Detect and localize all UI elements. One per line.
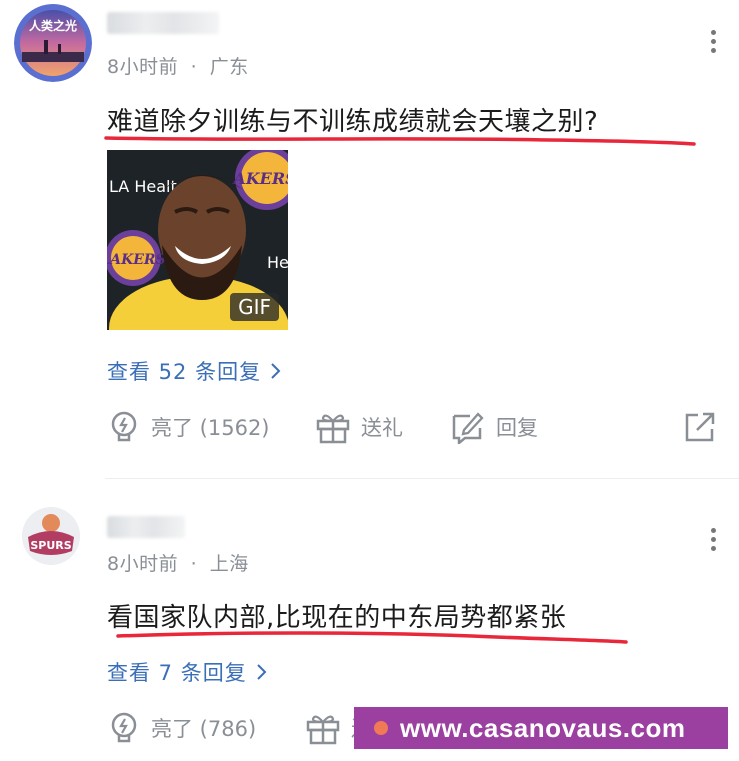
username-blurred[interactable] (107, 516, 185, 538)
svg-text:人类之光: 人类之光 (29, 18, 77, 33)
gif-attachment[interactable]: AKERS LAKERS LA Healt He GIF (107, 150, 288, 330)
reply-button[interactable]: 回复 (450, 410, 538, 444)
svg-text:AKERS: AKERS (231, 169, 288, 188)
gift-label: 送礼 (361, 416, 403, 440)
more-icon[interactable] (711, 524, 719, 555)
view-replies-label: 查看 7 条回复 (107, 661, 247, 685)
lightbulb-icon (111, 411, 137, 442)
watermark-banner: www.casanovaus.com (354, 707, 728, 749)
edit-icon (452, 412, 484, 444)
gift-icon (306, 715, 340, 745)
like-count-label: 亮了 (1562) (151, 416, 270, 440)
meta-separator: · (190, 56, 198, 78)
reply-label: 回复 (496, 416, 538, 440)
watermark-dot-icon (374, 721, 388, 735)
comment-meta: 8小时前 · 上海 (107, 549, 249, 576)
view-replies-link[interactable]: 查看 52 条回复 (107, 356, 283, 386)
comment-time: 8小时前 (107, 56, 179, 78)
svg-text:SPURS: SPURS (30, 539, 71, 552)
gif-badge: GIF (230, 293, 279, 321)
chevron-right-icon (271, 363, 281, 379)
comment-location: 广东 (209, 56, 249, 78)
comment-text: 难道除夕训练与不训练成绩就会天壤之别? (107, 107, 599, 137)
like-button[interactable]: 亮了 (1562) (107, 410, 270, 444)
watermark-text: www.casanovaus.com (400, 712, 686, 743)
gift-icon (316, 414, 350, 444)
lightbulb-icon (111, 712, 137, 743)
share-button[interactable] (684, 412, 716, 446)
svg-text:LA Healt: LA Healt (109, 177, 177, 196)
like-count-label: 亮了 (786) (151, 717, 257, 741)
gift-button[interactable]: 送礼 (315, 410, 403, 444)
share-icon (685, 412, 715, 442)
comment-divider (105, 478, 739, 479)
view-replies-link[interactable]: 查看 7 条回复 (107, 657, 269, 687)
comment-time: 8小时前 (107, 553, 179, 575)
underline-annotation (104, 136, 696, 146)
comment-meta: 8小时前 · 广东 (107, 52, 249, 79)
username-blurred[interactable] (107, 12, 219, 34)
more-icon[interactable] (711, 26, 719, 57)
underline-annotation (116, 631, 628, 644)
view-replies-label: 查看 52 条回复 (107, 360, 262, 384)
chevron-right-icon (257, 664, 267, 680)
avatar-image: 人类之光 (14, 4, 92, 82)
avatar[interactable]: SPURS (22, 507, 80, 565)
avatar[interactable]: 人类之光 (14, 4, 92, 82)
meta-separator: · (190, 553, 198, 575)
svg-text:LAKERS: LAKERS (107, 252, 166, 268)
comment-location: 上海 (209, 553, 249, 575)
svg-text:He: He (267, 253, 288, 272)
like-button[interactable]: 亮了 (786) (107, 711, 256, 745)
avatar-image: SPURS (22, 507, 80, 565)
